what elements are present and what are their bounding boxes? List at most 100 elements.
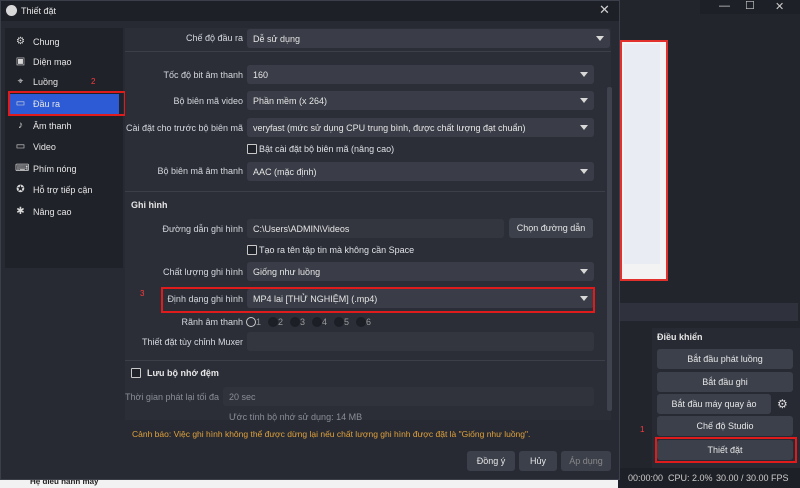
encoder-preset-value: veryfast (mức sử dụng CPU trung bình, đư… <box>253 123 526 133</box>
audio-encoder-value: AAC (mặc định) <box>253 167 317 177</box>
sidebar-item-general[interactable]: ⚙ Chung <box>9 32 119 52</box>
encoder-preset-label: Cài đặt cho trước bộ biên mã <box>126 123 243 133</box>
chevron-down-icon <box>580 72 588 77</box>
video-encoder-select[interactable]: Phần mềm (x 264) <box>247 91 594 110</box>
no-space-label: Tạo ra tên tập tin mà không cần Space <box>259 245 415 255</box>
track-4-radio[interactable] <box>312 317 322 327</box>
recording-quality-value: Giống như luồng <box>253 267 321 277</box>
gear-icon[interactable]: ⚙ <box>777 397 788 411</box>
video-encoder-label: Bộ biên mã video <box>173 96 243 106</box>
replay-max-time-label: Thời gian phát lại tối đa <box>125 392 219 402</box>
recording-section-title: Ghi hình <box>131 200 168 210</box>
track-6-radio[interactable] <box>356 317 366 327</box>
annotation-3: 3 <box>140 289 145 298</box>
track-3-label: 3 <box>300 317 306 327</box>
annotation-2: 2 <box>91 77 96 86</box>
sidebar-item-advanced[interactable]: ✱ Nâng cao <box>9 202 119 222</box>
track-2-label: 2 <box>278 317 284 327</box>
cancel-button[interactable]: Hủy <box>519 451 557 471</box>
sidebar-item-appearance[interactable]: ▣ Diện mạo <box>9 52 119 72</box>
muxer-settings-input[interactable] <box>247 332 594 351</box>
recording-path-value: C:\Users\ADMIN\Videos <box>253 224 350 234</box>
sidebar-item-accessibility[interactable]: ✪ Hỗ trợ tiếp cận <box>9 180 119 200</box>
track-5-radio[interactable] <box>334 317 344 327</box>
audio-bitrate-value: 160 <box>253 70 269 80</box>
track-5-label: 5 <box>344 317 350 327</box>
sidebar-item-label: Diện mạo <box>33 57 72 67</box>
advanced-encoder-checkbox[interactable] <box>247 144 257 154</box>
chevron-down-icon <box>596 36 604 41</box>
keyboard-icon: ⌨ <box>15 163 30 174</box>
muxer-settings-label: Thiết đặt tùy chỉnh Muxer <box>141 337 243 347</box>
recording-path-label: Đường dẫn ghi hình <box>162 224 243 234</box>
output-mode-label: Chế độ đầu ra <box>185 33 243 43</box>
no-space-checkbox[interactable] <box>247 245 257 255</box>
header-divider <box>125 51 611 52</box>
track-3-radio[interactable] <box>290 317 300 327</box>
replay-buffer-checkbox[interactable] <box>131 368 141 378</box>
obs-logo-icon <box>6 5 17 16</box>
wrench-icon: ✱ <box>16 206 25 217</box>
chevron-down-icon <box>580 169 588 174</box>
maximize-icon[interactable]: ☐ <box>745 0 755 12</box>
sidebar-item-label: Chung <box>33 37 60 47</box>
studio-mode-button[interactable]: Chế độ Studio <box>657 416 793 436</box>
replay-max-time-input[interactable]: 20 sec <box>223 387 594 406</box>
close-window-icon[interactable]: ✕ <box>775 0 784 13</box>
video-encoder-value: Phần mềm (x 264) <box>253 96 328 106</box>
status-cpu: CPU: 2.0% <box>668 473 713 483</box>
track-6-label: 6 <box>366 317 372 327</box>
replay-memory-estimate: Ước tính bộ nhớ sử dụng: 14 MB <box>229 412 363 422</box>
audio-encoder-select[interactable]: AAC (mặc định) <box>247 162 594 181</box>
encoder-preset-select[interactable]: veryfast (mức sử dụng CPU trung bình, đư… <box>247 118 594 137</box>
content-scrollbar[interactable] <box>607 87 612 411</box>
recording-path-input[interactable]: C:\Users\ADMIN\Videos <box>247 219 504 238</box>
sidebar-item-stream[interactable]: ⌖ Luồng <box>9 72 119 92</box>
controls-title: Điều khiển <box>657 332 703 342</box>
settings-dialog: Thiết đặt ✕ ⚙ Chung ▣ Diện mạo ⌖ Luồng ▭… <box>0 0 620 480</box>
sidebar-item-audio[interactable]: ♪ Âm thanh <box>9 116 119 136</box>
advanced-encoder-label: Bật cài đặt bộ biên mã (nâng cao) <box>259 144 395 154</box>
ok-button[interactable]: Đồng ý <box>467 451 515 471</box>
section-divider <box>125 360 605 361</box>
track-4-label: 4 <box>322 317 328 327</box>
settings-sidebar: ⚙ Chung ▣ Diện mạo ⌖ Luồng ▭ Đầu ra ♪ Âm… <box>5 28 123 268</box>
sidebar-item-label: Âm thanh <box>33 121 72 131</box>
recording-quality-select[interactable]: Giống như luồng <box>247 262 594 281</box>
stream-icon: ⌖ <box>17 76 24 87</box>
speaker-icon: ♪ <box>18 120 23 131</box>
track-1-radio[interactable] <box>246 317 256 327</box>
gear-icon: ⚙ <box>16 36 25 47</box>
appearance-icon: ▣ <box>15 56 26 67</box>
minimize-icon[interactable]: — <box>719 0 730 12</box>
chevron-down-icon <box>580 269 588 274</box>
output-mode-select[interactable]: Dễ sử dụng <box>247 29 610 48</box>
highlight-settings-button <box>655 437 797 463</box>
start-stream-button[interactable]: Bắt đầu phát luồng <box>657 349 793 369</box>
dialog-title: Thiết đặt <box>21 6 57 16</box>
warning-text: Cảnh báo: Việc ghi hình không thể được d… <box>132 429 531 439</box>
chevron-down-icon <box>580 98 588 103</box>
sidebar-item-label: Hỗ trợ tiếp cận <box>33 185 93 195</box>
track-2-radio[interactable] <box>268 317 278 327</box>
apply-button[interactable]: Áp dụng <box>561 451 611 471</box>
replay-buffer-title: Lưu bộ nhớ đệm <box>147 368 219 378</box>
browse-path-button[interactable]: Chọn đường dẫn <box>509 218 593 238</box>
track-1-label: 1 <box>256 317 262 327</box>
highlight-output-item <box>8 91 126 116</box>
preview-content <box>624 44 660 264</box>
sidebar-item-label: Nâng cao <box>33 207 72 217</box>
annotation-1: 1 <box>640 425 645 434</box>
close-icon[interactable]: ✕ <box>599 2 610 18</box>
sidebar-item-hotkeys[interactable]: ⌨ Phím nóng <box>9 159 119 179</box>
dialog-titlebar: Thiết đặt ✕ <box>1 1 619 21</box>
start-record-button[interactable]: Bắt đầu ghi <box>657 372 793 392</box>
sidebar-item-label: Luồng <box>33 77 59 87</box>
replay-max-time-value: 20 sec <box>229 392 256 402</box>
audio-bitrate-select[interactable]: 160 <box>247 65 594 84</box>
highlight-format-row <box>161 287 595 313</box>
start-virtual-camera-button[interactable]: Bắt đầu máy quay ảo <box>657 394 771 414</box>
sidebar-item-video[interactable]: ▭ Video <box>9 137 119 157</box>
chevron-down-icon <box>580 125 588 130</box>
accessibility-icon: ✪ <box>16 184 25 195</box>
